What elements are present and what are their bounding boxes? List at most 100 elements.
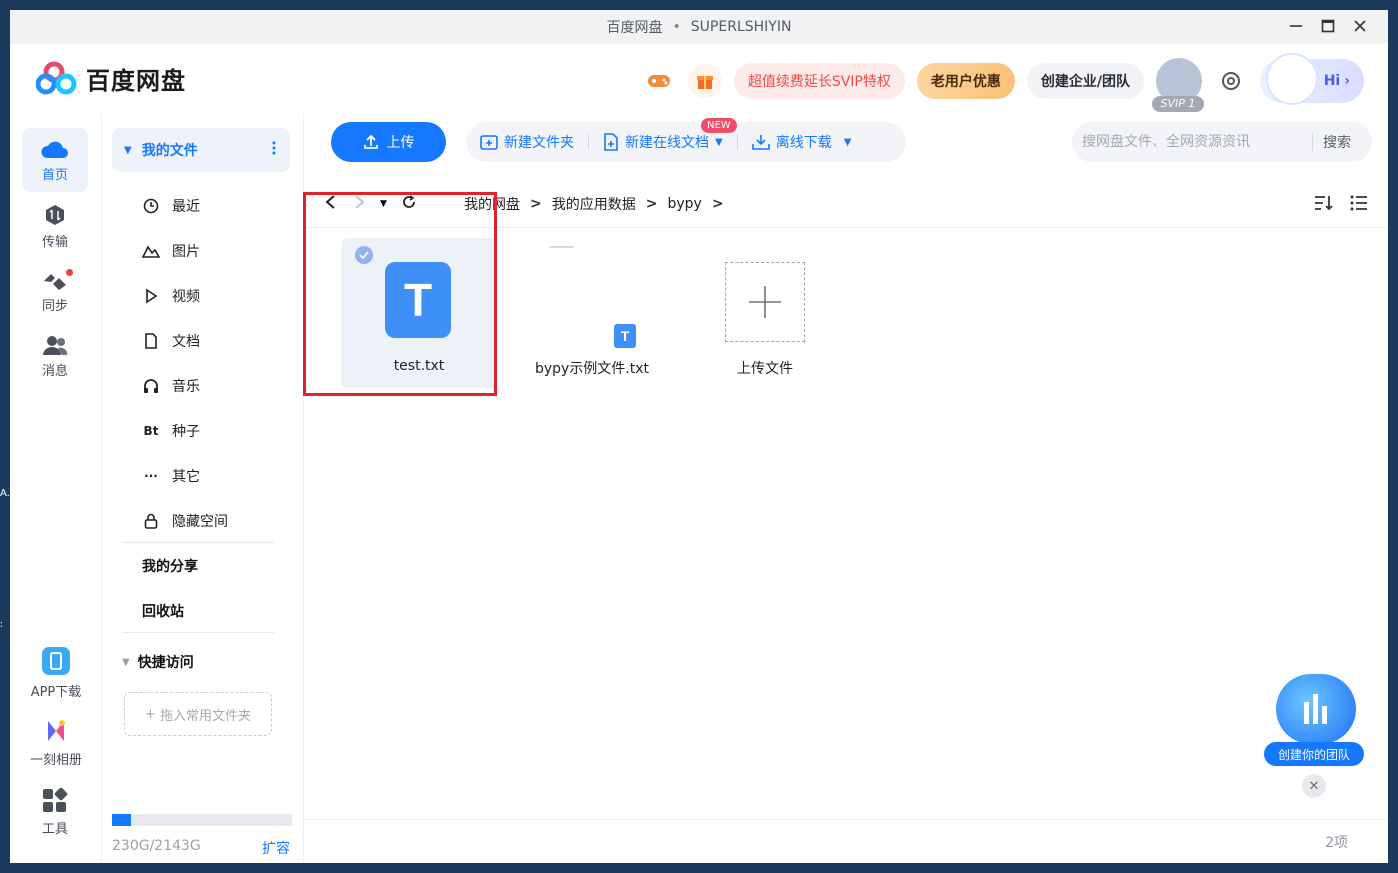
file-item[interactable]: T test.txt xyxy=(341,238,497,388)
sidebar-item-documents[interactable]: 文档 xyxy=(142,329,200,353)
nav-transfer[interactable]: 传输 xyxy=(22,194,88,258)
txt-file-icon: T xyxy=(614,324,636,348)
album-icon xyxy=(48,719,65,741)
left-nav: 首页 传输 同步 消息 APP下载 一刻相册 工具 xyxy=(10,114,102,863)
logo-text: 百度网盘 xyxy=(86,66,186,95)
desktop-edge-text: ∶ xyxy=(0,620,3,631)
grid-icon xyxy=(43,787,68,812)
sidebar-divider xyxy=(122,542,274,543)
window-title: 百度网盘 xyxy=(606,20,663,36)
assistant-button[interactable]: Hi › xyxy=(1260,53,1364,105)
sidebar-item-videos[interactable]: 视频 xyxy=(142,284,200,308)
plus-icon: + xyxy=(145,706,156,722)
back-arrow-icon[interactable] xyxy=(324,194,338,214)
upload-file-tile[interactable]: 上传文件 xyxy=(687,238,843,388)
breadcrumb: 我的网盘 > 我的应用数据 > bypy > xyxy=(464,194,724,214)
team-promo[interactable]: 创建你的团队 ✕ xyxy=(1264,674,1364,798)
create-team-promo-label[interactable]: 创建你的团队 xyxy=(1264,742,1364,766)
main-content: 上传 新建文件夹 新建在线文档 ▼ NEW 离线下载 ▼ 搜网盘文件、全网资源资… xyxy=(304,114,1388,863)
sidebar-item-music[interactable]: 音乐 xyxy=(142,374,200,398)
nav-sync[interactable]: 同步 xyxy=(22,259,88,323)
nav-tools[interactable]: 工具 xyxy=(22,780,88,844)
sidebar-quick-access[interactable]: ▼ 快捷访问 xyxy=(122,652,194,672)
nav-app-download[interactable]: APP下载 xyxy=(22,640,90,704)
headphones-icon xyxy=(142,377,160,395)
old-user-offer-button[interactable]: 老用户优惠 xyxy=(916,63,1015,99)
close-promo-icon[interactable]: ✕ xyxy=(1302,774,1326,798)
nav-messages[interactable]: 消息 xyxy=(22,324,88,388)
window-user: SUPERLSHIYIN xyxy=(690,19,792,35)
caret-down-icon: ▼ xyxy=(843,136,852,148)
transfer-icon xyxy=(46,204,64,225)
nav-moment-album[interactable]: 一刻相册 xyxy=(22,710,90,774)
list-view-icon[interactable] xyxy=(1350,194,1368,216)
history-dropdown-icon[interactable]: ▼ xyxy=(380,199,387,209)
notification-dot xyxy=(66,269,73,276)
chevron-right-icon: > xyxy=(645,196,658,212)
upload-button[interactable]: 上传 xyxy=(331,122,446,162)
view-controls xyxy=(1314,194,1368,216)
desktop-edge-text: A. xyxy=(0,488,10,499)
offline-download-button[interactable]: 离线下载 ▼ xyxy=(751,132,852,152)
avatar[interactable]: SVIP 1 xyxy=(1152,58,1204,112)
minimize-icon[interactable] xyxy=(1286,16,1306,36)
upload-icon xyxy=(363,134,378,149)
sidebar-my-files[interactable]: ▼ 我的文件 xyxy=(112,128,290,172)
sidebar-recycle-bin[interactable]: 回收站 xyxy=(142,601,184,621)
hi-label: Hi xyxy=(1323,73,1341,89)
search-button[interactable]: 搜索 xyxy=(1313,132,1361,152)
breadcrumb-item[interactable]: 我的网盘 xyxy=(464,194,520,214)
sort-icon[interactable] xyxy=(1314,194,1334,216)
download-icon xyxy=(751,135,770,150)
breadcrumb-item[interactable]: 我的应用数据 xyxy=(552,194,636,214)
cloud-logo-icon xyxy=(36,61,77,95)
new-online-doc-button[interactable]: 新建在线文档 ▼ NEW xyxy=(603,118,737,152)
kebab-menu-icon[interactable] xyxy=(272,140,276,160)
checkmark-icon[interactable] xyxy=(355,246,373,264)
svip-badge: SVIP 1 xyxy=(1152,96,1204,112)
sidebar-item-images[interactable]: 图片 xyxy=(142,239,200,263)
settings-icon[interactable] xyxy=(1214,64,1248,98)
sidebar-item-torrents[interactable]: Bt 种子 xyxy=(142,419,200,443)
breadcrumb-bar: ▼ 我的网盘 > 我的应用数据 > bypy > xyxy=(304,180,1388,228)
sidebar-item-recent[interactable]: 最近 xyxy=(142,194,200,218)
history-nav: ▼ xyxy=(324,194,417,214)
breadcrumb-item[interactable]: bypy xyxy=(667,196,701,212)
users-icon xyxy=(43,335,68,355)
svip-renew-button[interactable]: 超值续费延长SVIP特权 xyxy=(733,63,905,99)
gamepad-icon[interactable] xyxy=(642,64,676,98)
cloud-icon xyxy=(41,141,68,158)
gift-icon[interactable] xyxy=(687,64,722,98)
new-folder-button[interactable]: 新建文件夹 xyxy=(480,132,574,152)
lock-icon xyxy=(142,512,160,530)
file-name: bypy示例文件.txt xyxy=(534,361,650,377)
app-window: 百度网盘 • SUPERLSHIYIN 百度网盘 超值续费延长SVIP特权 老用… xyxy=(10,10,1388,863)
refresh-icon[interactable] xyxy=(401,194,417,214)
create-team-button[interactable]: 创建企业/团队 xyxy=(1026,63,1144,99)
expand-storage-link[interactable]: 扩容 xyxy=(262,838,290,858)
toolbar-separator xyxy=(588,134,589,150)
sidebar-item-hidden-space[interactable]: 隐藏空间 xyxy=(142,509,228,533)
window-controls xyxy=(1286,16,1370,36)
file-item[interactable]: T bypy示例文件.txt xyxy=(514,238,670,388)
sidebar-my-share[interactable]: 我的分享 xyxy=(142,556,198,576)
quick-access-drop-zone[interactable]: + 拖入常用文件夹 xyxy=(124,692,272,736)
app-logo[interactable]: 百度网盘 xyxy=(36,60,186,96)
sidebar-item-other[interactable]: ··· 其它 xyxy=(142,464,200,488)
folder-plus-icon xyxy=(480,135,498,150)
document-icon xyxy=(142,332,160,350)
maximize-icon[interactable] xyxy=(1318,16,1338,36)
cloud-chart-icon xyxy=(1276,674,1356,744)
chevron-right-icon[interactable]: > xyxy=(712,196,724,212)
assistant-avatar xyxy=(1266,53,1318,105)
toolbar-separator xyxy=(736,134,738,150)
close-icon[interactable] xyxy=(1350,16,1370,36)
sync-icon xyxy=(44,273,66,290)
forward-arrow-icon[interactable] xyxy=(352,194,366,214)
search-input[interactable] xyxy=(1082,127,1312,157)
caret-down-icon: ▼ xyxy=(124,144,132,156)
more-icon: ··· xyxy=(144,469,158,483)
chevron-right-icon: > xyxy=(530,196,542,212)
sidebar-divider xyxy=(122,632,274,633)
nav-home[interactable]: 首页 xyxy=(22,128,88,192)
